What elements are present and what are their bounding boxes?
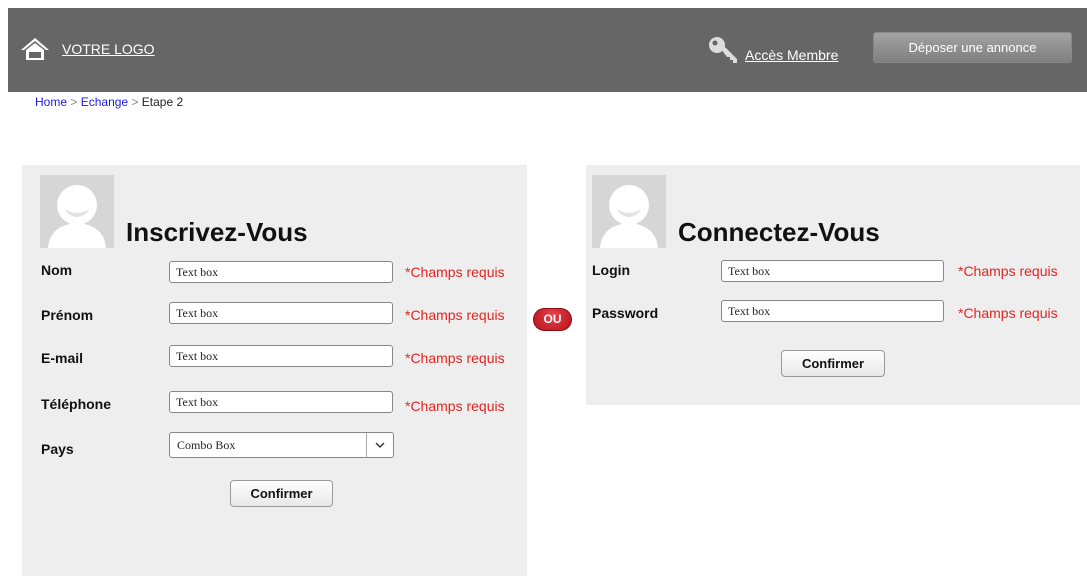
login-required: *Champs requis <box>958 263 1058 279</box>
pays-select-value: Combo Box <box>177 438 236 452</box>
logo-area: VOTRE LOGO <box>20 36 155 62</box>
email-label: E-mail <box>41 350 84 366</box>
breadcrumb-home[interactable]: Home <box>35 95 67 109</box>
avatar <box>592 175 666 248</box>
login-confirm-button[interactable]: Confirmer <box>781 350 885 377</box>
breadcrumb-echange[interactable]: Echange <box>81 95 128 109</box>
breadcrumb-current: Etape 2 <box>141 95 184 109</box>
chevron-down-icon[interactable] <box>366 433 393 457</box>
email-required: *Champs requis <box>405 350 505 366</box>
avatar <box>40 175 114 248</box>
password-required: *Champs requis <box>958 305 1058 321</box>
login-label: Login <box>592 262 631 278</box>
email-input[interactable] <box>169 345 393 367</box>
breadcrumb: Home > Echange > Etape 2 <box>35 95 183 109</box>
top-header: VOTRE LOGO Accès Membre Déposer une anno… <box>8 8 1087 92</box>
register-panel: Inscrivez-Vous Nom *Champs requis Prénom… <box>22 165 527 576</box>
breadcrumb-separator: > <box>70 95 78 109</box>
member-access-link[interactable]: Accès Membre <box>745 47 838 63</box>
nom-required: *Champs requis <box>405 264 505 280</box>
register-title: Inscrivez-Vous <box>126 217 308 247</box>
prenom-required: *Champs requis <box>405 307 505 323</box>
telephone-input[interactable] <box>169 391 393 413</box>
telephone-required: *Champs requis <box>405 398 505 414</box>
member-access[interactable]: Accès Membre <box>707 35 838 65</box>
breadcrumb-separator: > <box>131 95 139 109</box>
login-input[interactable] <box>721 260 944 282</box>
password-label: Password <box>592 305 659 321</box>
key-icon <box>709 37 737 63</box>
post-ad-button[interactable]: Déposer une annonce <box>873 32 1072 63</box>
pays-select[interactable]: Combo Box <box>169 432 394 458</box>
login-title: Connectez-Vous <box>678 217 880 247</box>
or-badge: OU <box>533 308 572 331</box>
pays-label: Pays <box>41 441 74 457</box>
login-panel: Connectez-Vous Login *Champs requis Pass… <box>586 165 1080 405</box>
nom-label: Nom <box>41 262 73 278</box>
telephone-label: Téléphone <box>41 396 112 412</box>
password-input[interactable] <box>721 300 944 322</box>
logo-link[interactable]: VOTRE LOGO <box>62 41 155 57</box>
nom-input[interactable] <box>169 261 393 283</box>
register-confirm-button[interactable]: Confirmer <box>230 480 333 507</box>
home-icon[interactable] <box>20 36 50 62</box>
prenom-input[interactable] <box>169 302 393 324</box>
prenom-label: Prénom <box>41 307 94 323</box>
